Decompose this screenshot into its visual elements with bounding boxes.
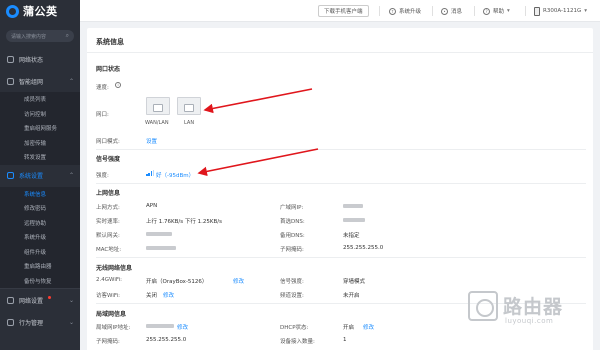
arrow-to-ports [203, 88, 313, 114]
watermark-url: luyouqi.com [505, 317, 554, 325]
arrow-to-signal [197, 148, 319, 177]
watermark-logo-icon [468, 291, 498, 321]
watermark-text: 路由器 [503, 296, 564, 318]
